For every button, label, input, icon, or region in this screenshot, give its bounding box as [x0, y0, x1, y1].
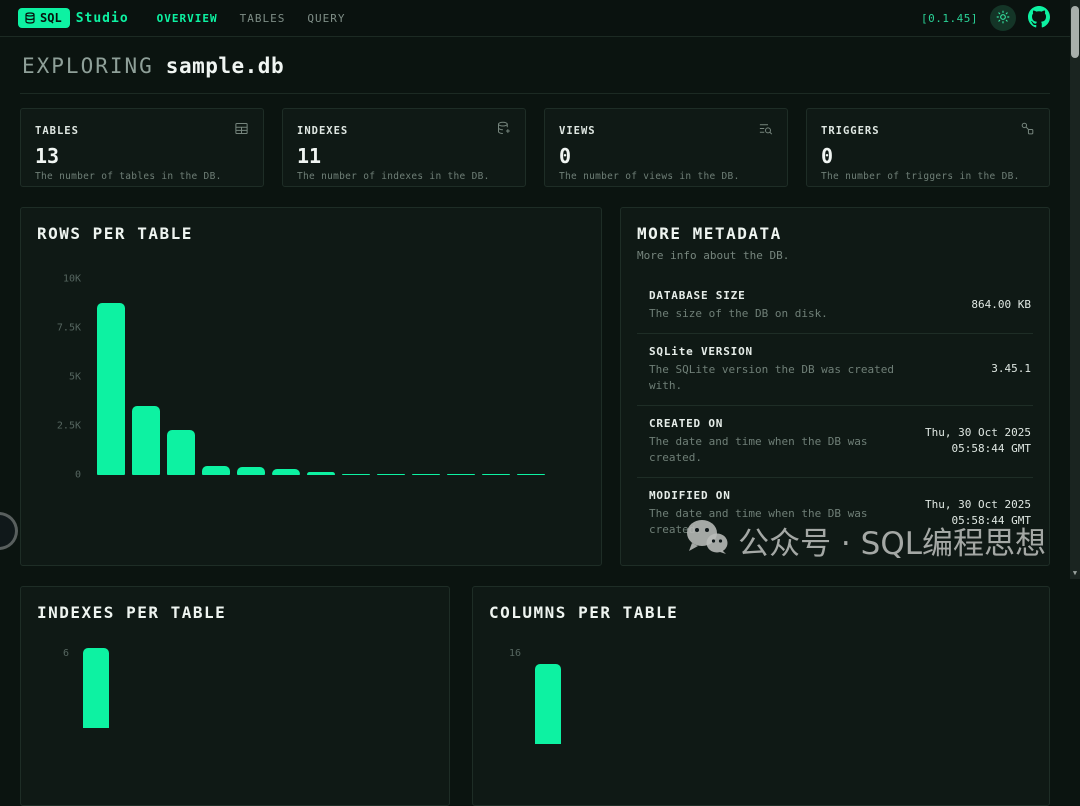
card-label: VIEWS — [559, 125, 596, 137]
metadata-row-modified-on: MODIFIED ON The date and time when the D… — [637, 478, 1033, 549]
database-icon — [496, 121, 511, 140]
chart-y-tick: 6 — [37, 648, 77, 728]
metric-card-views: VIEWS 0 The number of views in the DB. — [544, 108, 788, 187]
indexes-per-table-panel: INDEXES PER TABLE 6 — [20, 586, 450, 806]
card-description: The number of tables in the DB. — [35, 171, 249, 182]
page-content: EXPLORING sample.db TABLES 13 The number… — [0, 37, 1080, 806]
card-value: 11 — [297, 144, 511, 168]
exploring-label: EXPLORING — [22, 54, 154, 78]
version-badge[interactable]: [0.1.45] — [921, 12, 978, 25]
chart-y-tick: 7.5K — [57, 323, 81, 334]
database-name: sample.db — [166, 54, 284, 78]
workflow-icon — [1020, 121, 1035, 140]
rows-per-table-chart: 10K7.5K5K2.5K0 — [89, 279, 577, 475]
theme-toggle-button[interactable] — [990, 5, 1016, 31]
nav-tab-query[interactable]: QUERY — [307, 12, 345, 25]
main-panels-row: ROWS PER TABLE 10K7.5K5K2.5K0 MORE METAD… — [20, 207, 1050, 566]
indexes-per-table-chart: 6 — [37, 648, 433, 728]
logo-badge: SQL — [18, 8, 70, 28]
card-label: TABLES — [35, 125, 79, 137]
metric-cards-row: TABLES 13 The number of tables in the DB… — [20, 108, 1050, 187]
metadata-label: CREATED ON — [649, 417, 875, 430]
card-value: 0 — [559, 144, 773, 168]
card-value: 0 — [821, 144, 1035, 168]
chart-bar — [237, 467, 265, 475]
chart-y-tick: 16 — [489, 648, 529, 744]
chart-bar — [377, 474, 405, 476]
chart-bar — [447, 474, 475, 476]
card-label: INDEXES — [297, 125, 348, 137]
chart-bar — [202, 466, 230, 475]
card-description: The number of views in the DB. — [559, 171, 773, 182]
chart-bar — [167, 430, 195, 475]
chart-bar — [307, 472, 335, 475]
metric-card-indexes: INDEXES 11 The number of indexes in the … — [282, 108, 526, 187]
navbar: SQL Studio OVERVIEW TABLES QUERY [0.1.45… — [0, 0, 1080, 37]
metadata-description: The SQLite version the DB was created wi… — [649, 362, 919, 394]
more-metadata-panel: MORE METADATA More info about the DB. DA… — [620, 207, 1050, 566]
metadata-description: The date and time when the DB was create… — [649, 506, 875, 538]
metric-card-triggers: TRIGGERS 0 The number of triggers in the… — [806, 108, 1050, 187]
chart-bar — [272, 469, 300, 475]
chart-bar — [535, 664, 561, 744]
github-icon — [1028, 6, 1050, 31]
nav-tab-tables[interactable]: TABLES — [240, 12, 286, 25]
logo-badge-text: SQL — [40, 11, 62, 25]
metadata-label: MODIFIED ON — [649, 489, 875, 502]
chart-bar — [342, 474, 370, 476]
metadata-label: SQLite VERSION — [649, 345, 919, 358]
scrollbar-down-arrow[interactable]: ▼ — [1070, 569, 1080, 577]
sun-icon — [996, 10, 1010, 27]
chart-bar — [412, 474, 440, 476]
columns-per-table-panel: COLUMNS PER TABLE 16 — [472, 586, 1050, 806]
table-icon — [234, 121, 249, 140]
nav-tab-overview[interactable]: OVERVIEW — [157, 12, 218, 25]
bottom-panels-row: INDEXES PER TABLE 6 COLUMNS PER TABLE 16 — [20, 586, 1050, 806]
metadata-value: 3.45.1 — [991, 361, 1031, 378]
metadata-description: The date and time when the DB was create… — [649, 434, 875, 466]
chart-y-tick: 0 — [75, 470, 81, 481]
columns-per-table-chart: 16 — [489, 648, 1033, 744]
chart-bar — [517, 474, 545, 476]
navbar-right: [0.1.45] — [921, 5, 1050, 31]
metadata-row-created-on: CREATED ON The date and time when the DB… — [637, 406, 1033, 478]
chart-bar — [482, 474, 510, 476]
metadata-value: Thu, 30 Oct 2025 05:58:44 GMT — [875, 497, 1031, 530]
scrollbar-thumb[interactable] — [1071, 6, 1079, 58]
card-description: The number of indexes in the DB. — [297, 171, 511, 182]
chart-y-tick: 5K — [69, 372, 81, 383]
page-title: EXPLORING sample.db — [20, 37, 1050, 94]
card-description: The number of triggers in the DB. — [821, 171, 1035, 182]
panel-subtitle: More info about the DB. — [637, 249, 1033, 262]
list-search-icon — [758, 121, 773, 140]
panel-title: INDEXES PER TABLE — [37, 603, 433, 622]
logo-studio-text: Studio — [76, 11, 129, 26]
metadata-value: 864.00 KB — [971, 297, 1031, 314]
card-value: 13 — [35, 144, 249, 168]
metadata-row-database-size: DATABASE SIZE The size of the DB on disk… — [637, 278, 1033, 334]
panel-title: ROWS PER TABLE — [37, 224, 585, 243]
rows-per-table-panel: ROWS PER TABLE 10K7.5K5K2.5K0 — [20, 207, 602, 566]
github-link[interactable] — [1028, 6, 1050, 31]
metadata-row-sqlite-version: SQLite VERSION The SQLite version the DB… — [637, 334, 1033, 406]
app-logo[interactable]: SQL Studio — [18, 8, 129, 28]
chart-y-tick: 10K — [63, 274, 81, 285]
chart-bar — [83, 648, 109, 728]
metric-card-tables: TABLES 13 The number of tables in the DB… — [20, 108, 264, 187]
metadata-rows: DATABASE SIZE The size of the DB on disk… — [637, 278, 1033, 549]
panel-title: MORE METADATA — [637, 224, 1033, 243]
panel-title: COLUMNS PER TABLE — [489, 603, 1033, 622]
metadata-description: The size of the DB on disk. — [649, 306, 828, 322]
nav-links: OVERVIEW TABLES QUERY — [157, 12, 346, 25]
metadata-label: DATABASE SIZE — [649, 289, 828, 302]
card-label: TRIGGERS — [821, 125, 880, 137]
chart-bar — [132, 406, 160, 475]
chart-bar — [97, 303, 125, 475]
vertical-scrollbar[interactable]: ▼ — [1070, 0, 1080, 579]
chart-bars — [97, 279, 577, 475]
chart-y-tick: 2.5K — [57, 421, 81, 432]
metadata-value: Thu, 30 Oct 2025 05:58:44 GMT — [875, 425, 1031, 458]
database-icon — [24, 12, 36, 24]
